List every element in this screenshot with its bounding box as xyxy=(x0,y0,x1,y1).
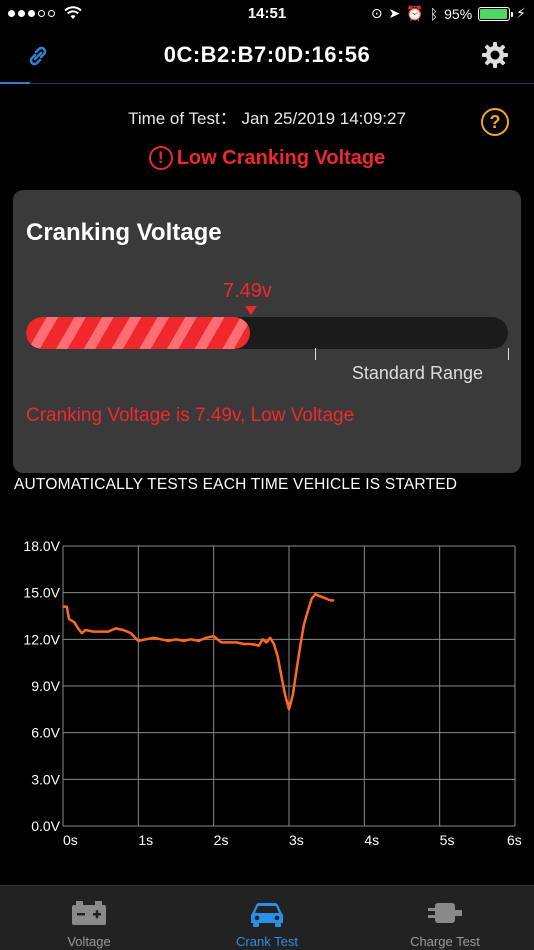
help-icon[interactable]: ? xyxy=(481,108,509,136)
tab-charge-test[interactable]: Charge Test xyxy=(356,886,534,950)
gauge-marker-icon xyxy=(245,306,257,315)
bluetooth-icon: ᛒ xyxy=(429,5,439,22)
tab-crank-test-label: Crank Test xyxy=(236,934,298,949)
status-bar: 14:51 ⊙ ➤ ⏰ ᛒ 95% ⚡ xyxy=(0,0,534,28)
warning-icon: ! xyxy=(148,146,173,170)
battery-icon xyxy=(478,6,514,21)
gear-icon[interactable] xyxy=(480,40,510,70)
x-tick-label: 5s xyxy=(440,832,455,848)
plug-icon xyxy=(428,903,462,923)
range-end-tick xyxy=(508,348,509,360)
tab-voltage[interactable]: Voltage xyxy=(0,886,178,950)
test-time-value: Jan 25/2019 14:09:27 xyxy=(241,109,406,128)
rotation-lock-icon: ⊙ xyxy=(370,5,383,21)
tab-charge-test-label: Charge Test xyxy=(410,934,480,949)
link-indicator xyxy=(0,82,30,84)
y-tick-label: 18.0V xyxy=(23,538,60,554)
y-tick-label: 9.0V xyxy=(31,678,60,694)
x-tick-label: 4s xyxy=(364,832,379,848)
card-title: Cranking Voltage xyxy=(26,219,222,246)
test-time-label: Time of Test： xyxy=(128,109,237,128)
voltage-series-line xyxy=(63,592,335,711)
gauge-fill xyxy=(26,317,251,349)
voltage-gauge xyxy=(26,317,508,349)
alert-text: Low Cranking Voltage xyxy=(176,146,386,169)
cranking-voltage-card: Cranking Voltage 7.49v Standard Range Cr… xyxy=(13,190,521,473)
location-icon: ➤ xyxy=(388,5,401,21)
car-icon xyxy=(251,903,283,927)
nav-bar: 0C:B2:B7:0D:16:56 xyxy=(0,28,534,84)
result-message: Cranking Voltage is 7.49v, Low Voltage xyxy=(26,405,355,426)
y-tick-label: 0.0V xyxy=(31,818,60,834)
device-address-title: 0C:B2:B7:0D:16:56 xyxy=(163,42,371,67)
battery-percent: 95% xyxy=(444,5,473,22)
y-tick-label: 15.0V xyxy=(23,585,60,601)
x-tick-label: 3s xyxy=(289,832,304,848)
test-alert: ! Low Cranking Voltage xyxy=(0,146,534,170)
standard-range-label: Standard Range xyxy=(351,363,483,383)
x-tick-label: 0s xyxy=(63,832,78,848)
gauge-value: 7.49v xyxy=(223,280,272,302)
tab-crank-test[interactable]: Crank Test xyxy=(178,886,356,950)
range-start-tick xyxy=(315,348,316,360)
auto-test-note: AUTOMATICALLY TESTS EACH TIME VEHICLE IS… xyxy=(14,476,458,493)
x-tick-label: 6s xyxy=(507,832,522,848)
y-tick-label: 3.0V xyxy=(31,771,60,787)
y-tick-label: 12.0V xyxy=(23,631,60,647)
voltage-chart: 0.0V 3.0V 6.0V 9.0V 12.0V 15.0V 18.0V 0s 1s 2s 3s 4… xyxy=(23,538,522,848)
tab-voltage-label: Voltage xyxy=(67,934,111,949)
x-tick-label: 2s xyxy=(214,832,229,848)
alarm-icon: ⏰ xyxy=(406,5,424,21)
tab-bar: Voltage Crank Test Charge Test xyxy=(0,885,534,950)
charging-icon: ⚡ xyxy=(516,5,526,21)
y-tick-label: 6.0V xyxy=(31,725,60,741)
battery-icon xyxy=(72,901,106,925)
x-tick-label: 1s xyxy=(138,832,153,848)
test-time: Time of Test： Jan 25/2019 14:09:27 xyxy=(0,104,534,129)
